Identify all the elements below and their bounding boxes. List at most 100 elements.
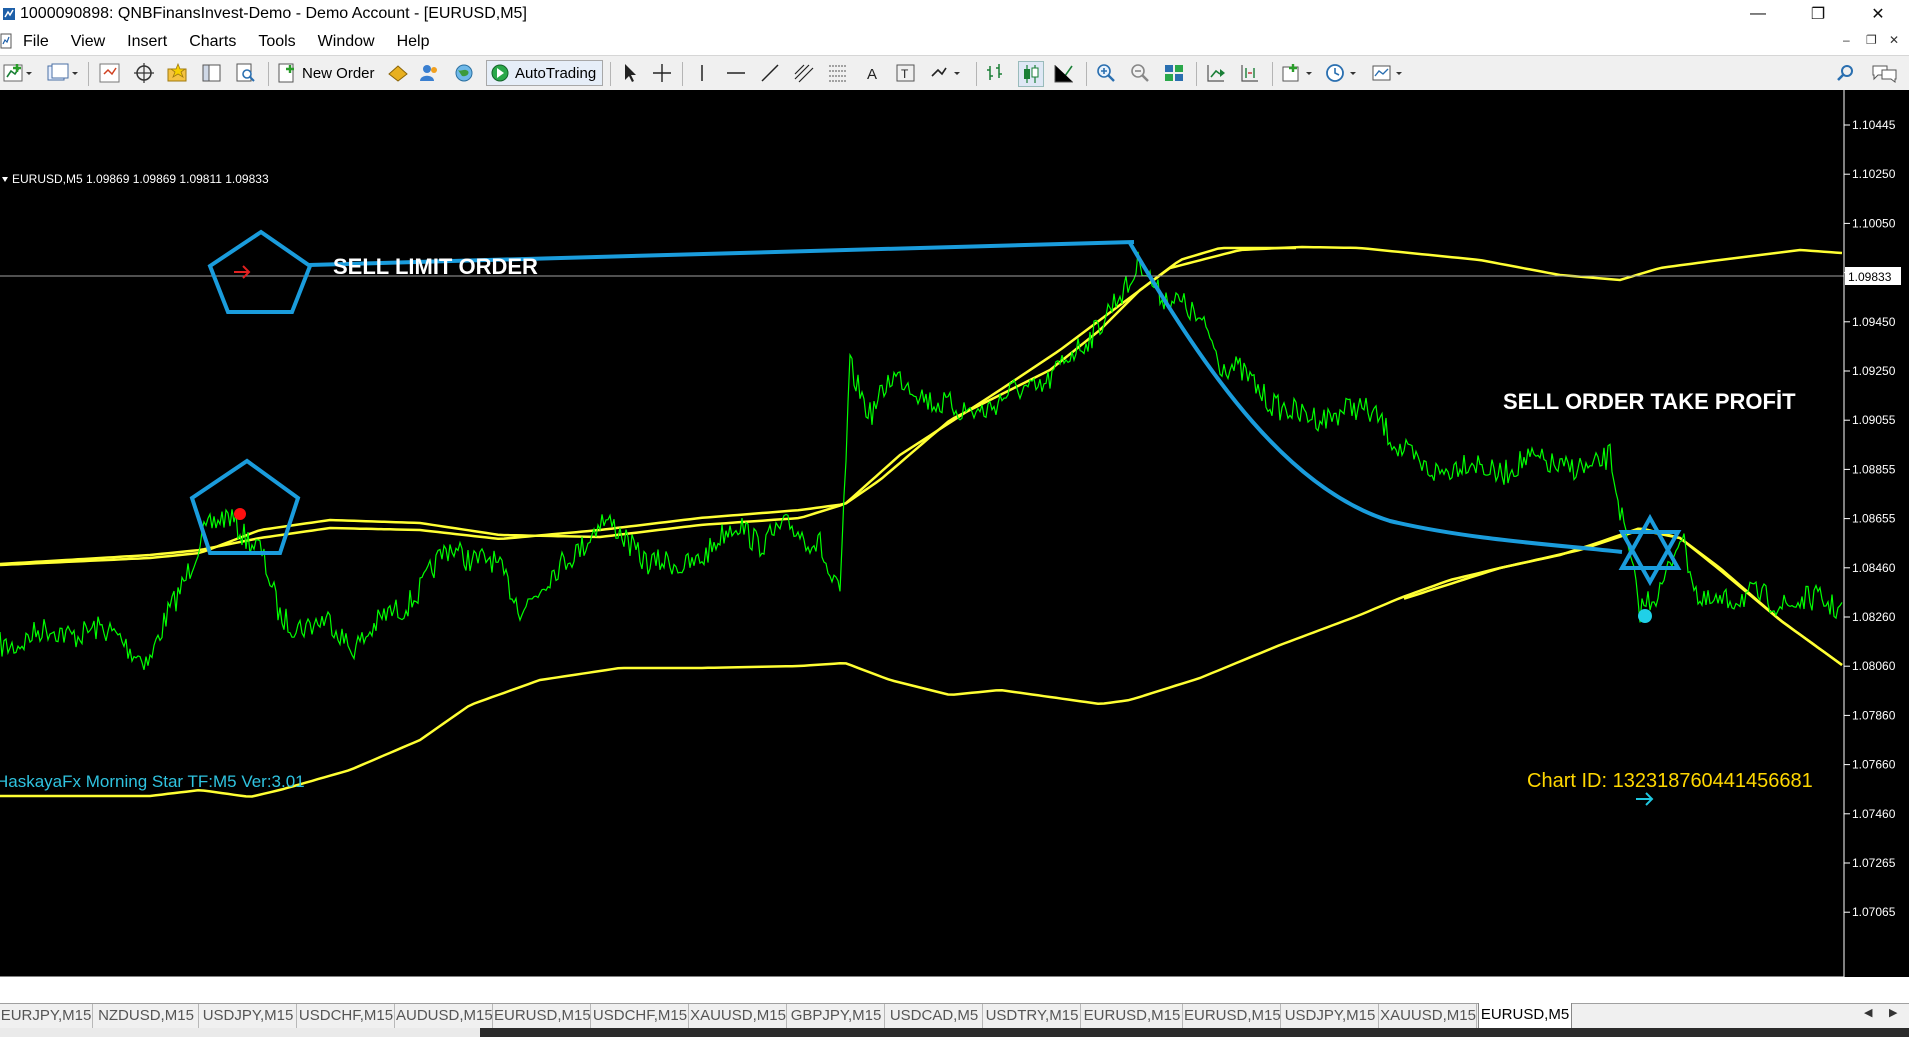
periods-button[interactable] (1324, 61, 1360, 85)
tab-eurusd-m15[interactable]: EURUSD,M15 (494, 1004, 591, 1028)
toolbar: New Order AutoTrading A T (0, 55, 1909, 91)
channel-icon (794, 64, 814, 83)
trendline-tool-button[interactable] (758, 61, 782, 85)
arrows-icon (931, 67, 960, 77)
tab-usdjpy-m15[interactable]: USDJPY,M15 (1282, 1004, 1379, 1028)
price-tick-label: 1.08060 (1852, 659, 1896, 673)
tab-usdtry-m15[interactable]: USDTRY,M15 (984, 1004, 1081, 1028)
sell-limit-pentagon[interactable] (207, 229, 313, 314)
candlestick-chart-button[interactable] (1018, 61, 1044, 87)
new-chart-button[interactable] (2, 61, 34, 85)
tab-xauusd-m15[interactable]: XAUUSD,M15 (690, 1004, 787, 1028)
strategy-tester-button[interactable] (234, 61, 258, 85)
horizontal-line-tool-button[interactable] (724, 61, 748, 85)
signal-dot-cyan (1638, 609, 1652, 623)
close-button[interactable]: ✕ (1855, 0, 1901, 28)
tab-eurusd-m5[interactable]: EURUSD,M5 (1478, 1003, 1572, 1029)
profiles-button[interactable] (46, 61, 80, 85)
market-button[interactable] (452, 61, 476, 85)
line-chart-icon (1054, 65, 1073, 83)
vertical-line-tool-button[interactable] (690, 61, 714, 85)
menu-view[interactable]: View (60, 28, 116, 55)
crosshair-tool-button[interactable] (650, 61, 674, 85)
metaeditor-button[interactable] (386, 61, 410, 85)
mdi-minimize-button[interactable]: – (1843, 33, 1850, 47)
market-watch-button[interactable] (98, 61, 122, 85)
menu-tools[interactable]: Tools (247, 28, 306, 55)
tab-eurusd-m15[interactable]: EURUSD,M15 (1184, 1004, 1281, 1028)
vertical-line-icon (701, 65, 703, 81)
minimize-button[interactable]: — (1735, 0, 1781, 28)
chart-shift-icon (1241, 65, 1258, 82)
tab-usdjpy-m15[interactable]: USDJPY,M15 (200, 1004, 297, 1028)
tab-nzdusd-m15[interactable]: NZDUSD,M15 (94, 1004, 199, 1028)
equidistant-channel-button[interactable] (792, 61, 816, 85)
bar-chart-button[interactable] (984, 61, 1008, 85)
mdi-restore-button[interactable]: ❐ (1866, 33, 1877, 47)
fibonacci-icon (829, 65, 847, 82)
chart-tab-bar: EURJPY,M15 NZDUSD,M15 USDJPY,M15 USDCHF,M15… (0, 1003, 1909, 1029)
users-icon (420, 65, 437, 81)
price-tick-label: 1.07660 (1852, 758, 1896, 772)
templates-button[interactable] (1370, 61, 1406, 85)
indicators-button[interactable] (1280, 61, 1316, 85)
chat-button[interactable] (1870, 61, 1900, 85)
line-chart-button[interactable] (1052, 61, 1076, 85)
tab-scroll-right-icon[interactable]: ▶ (1889, 1006, 1897, 1019)
navigator-button[interactable] (166, 61, 190, 85)
collapse-triangle-icon[interactable] (2, 177, 8, 182)
chat-icon (1872, 65, 1897, 83)
tab-eurusd-m15[interactable]: EURUSD,M15 (1082, 1004, 1183, 1028)
price-chart[interactable]: 1.104451.102501.100501.096501.094501.092… (0, 90, 1909, 977)
zoom-in-icon (1097, 64, 1115, 82)
tab-audusd-m15[interactable]: AUDUSD,M15 (396, 1004, 493, 1028)
profiles-icon (47, 63, 78, 81)
templates-icon (1372, 65, 1402, 81)
text-tool-button[interactable]: A (860, 61, 884, 85)
tab-usdcad-m5[interactable]: USDCAD,M5 (886, 1004, 983, 1028)
tab-xauusd-m15[interactable]: XAUUSD,M15 (1380, 1004, 1477, 1028)
candlestick-icon (1024, 65, 1039, 83)
terminal-button[interactable] (200, 61, 224, 85)
gold-diamond-icon (388, 65, 408, 82)
menu-charts[interactable]: Charts (178, 28, 247, 55)
indicators-icon (1282, 64, 1312, 82)
title-bar: 1000090898: QNBFinansInvest-Demo - Demo … (0, 0, 1909, 28)
new-order-button[interactable]: New Order (276, 61, 375, 85)
trading-signals-button[interactable] (418, 61, 442, 85)
tab-usdchf-m15[interactable]: USDCHF,M15 (298, 1004, 395, 1028)
restore-button[interactable]: ❐ (1795, 0, 1841, 28)
symbol-info: EURUSD,M5 1.09869 1.09869 1.09811 1.0983… (12, 172, 269, 186)
menu-window[interactable]: Window (307, 28, 386, 55)
tile-windows-button[interactable] (1162, 61, 1186, 85)
menu-file[interactable]: File (12, 28, 60, 55)
autotrading-icon (491, 64, 509, 82)
lower-bollinger-band (0, 527, 1843, 798)
fibonacci-button[interactable] (826, 61, 850, 85)
tab-usdchf-m15[interactable]: USDCHF,M15 (592, 1004, 689, 1028)
tab-gbpjpy-m15[interactable]: GBPJPY,M15 (788, 1004, 885, 1028)
chart-area[interactable]: 1.104451.102501.100501.096501.094501.092… (0, 90, 1909, 977)
price-tick-label: 1.07460 (1852, 807, 1896, 821)
horizontal-line-icon (727, 72, 745, 74)
tab-eurjpy-m15[interactable]: EURJPY,M15 (0, 1004, 93, 1028)
autotrading-button[interactable]: AutoTrading (486, 60, 604, 86)
auto-scroll-button[interactable] (1204, 61, 1228, 85)
text-label-tool-button[interactable]: T (894, 61, 918, 85)
svg-text:A: A (867, 66, 877, 83)
data-window-button[interactable] (132, 61, 156, 85)
arrows-tool-button[interactable] (928, 61, 964, 85)
auto-scroll-icon (1207, 65, 1225, 82)
tab-scroll-left-icon[interactable]: ◀ (1864, 1006, 1872, 1019)
take-profit-star-icon[interactable] (1618, 513, 1682, 587)
zoom-in-button[interactable] (1094, 61, 1118, 85)
zoom-out-button[interactable] (1128, 61, 1152, 85)
take-profit-label: SELL ORDER TAKE PROFİT (1503, 389, 1796, 414)
mdi-close-button[interactable]: ✕ (1889, 33, 1899, 47)
menu-insert[interactable]: Insert (116, 28, 178, 55)
menu-help[interactable]: Help (386, 28, 441, 55)
search-button[interactable] (1834, 61, 1858, 85)
text-a-icon: A (867, 66, 877, 83)
chart-shift-button[interactable] (1238, 61, 1262, 85)
cursor-tool-button[interactable] (618, 61, 642, 85)
